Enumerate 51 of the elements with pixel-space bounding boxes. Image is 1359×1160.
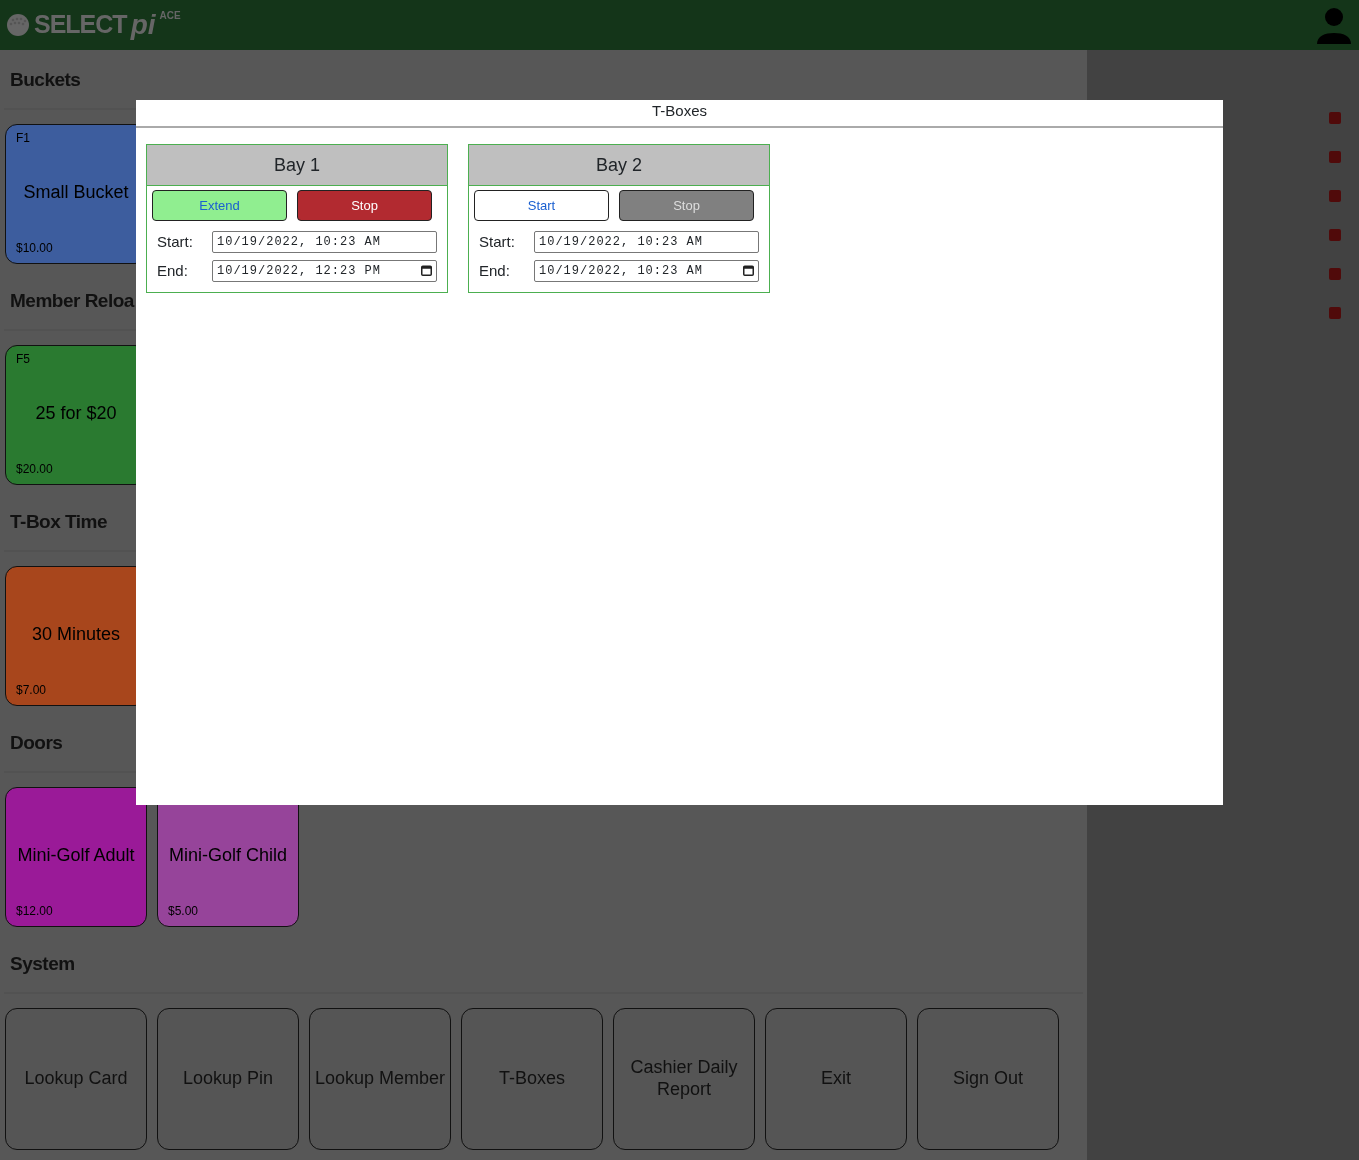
system-button[interactable]: Exit — [765, 1008, 907, 1150]
calendar-icon[interactable] — [421, 265, 432, 277]
tile-name: 30 Minutes — [31, 622, 121, 646]
hotkey-label: F5 — [16, 352, 30, 366]
datetime-field[interactable]: 10/19/2022, 10:23 AM — [534, 259, 759, 282]
start-button[interactable]: Start — [474, 190, 609, 221]
system-button[interactable]: Cashier Daily Report — [613, 1008, 755, 1150]
tile-name: 25 for $20 — [35, 401, 117, 425]
status-indicator-icon — [1329, 112, 1341, 124]
status-indicator-icon — [1329, 229, 1341, 241]
logo-text: SELECT — [34, 9, 127, 41]
calendar-icon[interactable] — [743, 265, 754, 277]
system-button[interactable]: Lookup Card — [5, 1008, 147, 1150]
status-indicator-icon — [1329, 190, 1341, 202]
status-indicator-icon — [1329, 268, 1341, 280]
section-heading: T-Box Time — [9, 510, 109, 534]
system-button[interactable]: T-Boxes — [461, 1008, 603, 1150]
tile-price: $20.00 — [16, 462, 53, 476]
status-indicator-icon — [1329, 151, 1341, 163]
tile-name: Mini-Golf Adult — [17, 843, 135, 867]
section-heading: Buckets — [9, 68, 82, 92]
dialog-title: T-Boxes — [136, 100, 1223, 128]
field-label: Start: — [479, 232, 516, 252]
system-button[interactable]: Lookup Pin — [157, 1008, 299, 1150]
datetime-field[interactable]: 10/19/2022, 12:23 PM — [212, 259, 437, 282]
system-button[interactable]: Sign Out — [917, 1008, 1059, 1150]
section-heading: System — [9, 952, 76, 976]
golf-ball-icon — [6, 13, 30, 37]
section-heading: Member Reloa — [9, 289, 136, 313]
bay-title: Bay 2 — [469, 145, 769, 186]
tile-price: $7.00 — [16, 683, 47, 697]
hotkey-label: F1 — [16, 131, 30, 145]
tile-name: Mini-Golf Child — [169, 843, 287, 867]
tile-name: Small Bucket — [23, 180, 129, 204]
tile-price: $12.00 — [16, 904, 53, 918]
tile-price: $10.00 — [16, 241, 53, 255]
section-heading: Doors — [9, 731, 64, 755]
product-tile[interactable]: Mini-Golf Adult $12.00 — [5, 787, 147, 927]
logo-text: pi — [130, 8, 156, 42]
datetime-field[interactable]: 10/19/2022, 10:23 AM — [212, 231, 437, 254]
field-label: Start: — [157, 232, 194, 252]
tile-price: $5.00 — [168, 904, 199, 918]
status-indicator-icon — [1329, 307, 1341, 319]
extend-button[interactable]: Extend — [152, 190, 287, 221]
system-button[interactable]: Lookup Member — [309, 1008, 451, 1150]
field-label: End: — [479, 260, 511, 281]
datetime-field[interactable]: 10/19/2022, 10:23 AM — [534, 231, 759, 254]
stop-button[interactable]: Stop — [297, 190, 432, 221]
logo-tag: ACE — [159, 8, 181, 23]
field-label: End: — [157, 260, 189, 281]
bay-title: Bay 1 — [147, 145, 447, 186]
